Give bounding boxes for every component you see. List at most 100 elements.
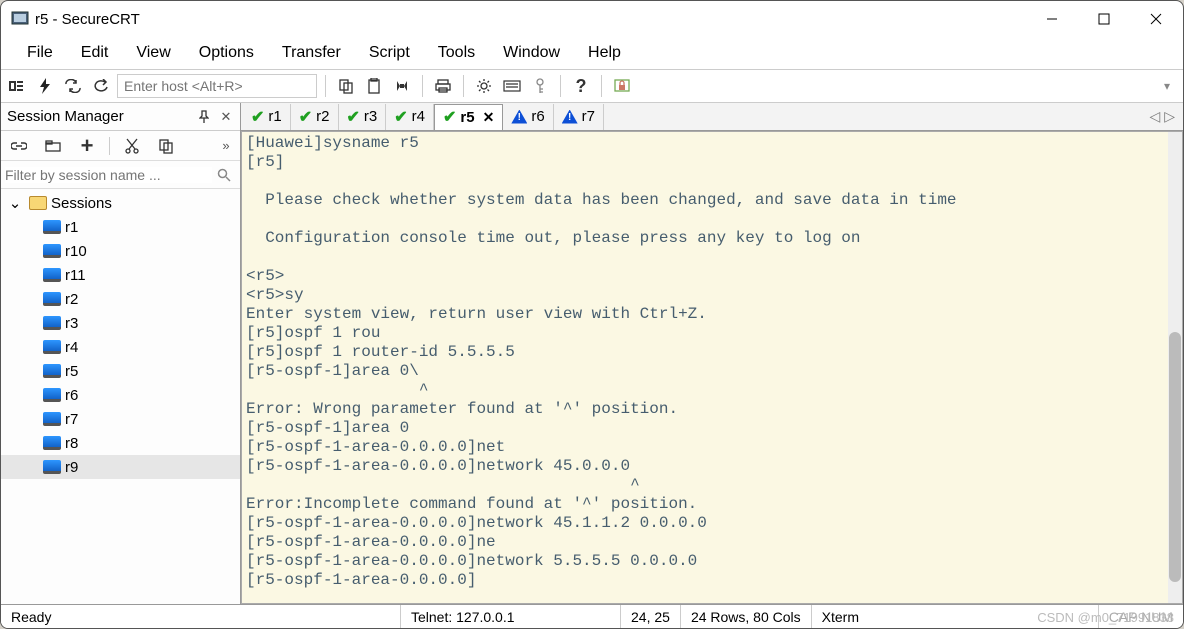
search-icon[interactable] (212, 163, 236, 187)
tab-r7[interactable]: r7 (554, 104, 604, 130)
statusbar: Ready Telnet: 127.0.0.1 24, 25 24 Rows, … (1, 604, 1183, 628)
key-icon[interactable] (528, 74, 552, 98)
tab-r5[interactable]: ✔r5✕ (434, 104, 503, 130)
tab-r3[interactable]: ✔r3 (339, 104, 387, 130)
tab-r6[interactable]: r6 (503, 104, 553, 130)
copy-session-icon[interactable] (154, 134, 178, 158)
tab-r2[interactable]: ✔r2 (291, 104, 339, 130)
add-icon[interactable]: + (75, 134, 99, 158)
session-item-label: r2 (65, 291, 78, 308)
terminal-text: [Huawei]sysname r5 [r5] Please check whe… (246, 134, 1178, 590)
tab-label: r4 (412, 108, 425, 125)
session-item-label: r1 (65, 219, 78, 236)
tab-scroll-left-icon[interactable]: ◁ (1149, 108, 1160, 125)
status-connection: Telnet: 127.0.0.1 (401, 605, 621, 628)
tab-label: r1 (268, 108, 281, 125)
check-icon: ✔ (443, 107, 456, 127)
host-input[interactable] (117, 74, 317, 98)
session-filter-input[interactable] (5, 167, 212, 183)
session-item-r5[interactable]: r5 (1, 359, 240, 383)
chevron-down-icon[interactable]: ⌄ (5, 194, 25, 212)
status-size: 24 Rows, 80 Cols (681, 605, 812, 628)
session-item-label: r6 (65, 387, 78, 404)
folder-icon (29, 196, 47, 210)
link-icon[interactable] (7, 134, 31, 158)
app-icon (11, 10, 29, 28)
session-item-label: r9 (65, 459, 78, 476)
menu-options[interactable]: Options (185, 40, 268, 66)
session-item-r11[interactable]: r11 (1, 263, 240, 287)
session-item-r4[interactable]: r4 (1, 335, 240, 359)
terminal-icon (43, 316, 61, 330)
minimize-button[interactable] (1029, 3, 1075, 35)
menu-window[interactable]: Window (489, 40, 574, 66)
tabs-bar: ✔r1✔r2✔r3✔r4✔r5✕r6r7◁▷ (241, 103, 1183, 131)
tab-r1[interactable]: ✔r1 (243, 104, 291, 130)
tab-label: r3 (364, 108, 377, 125)
menubar: FileEditViewOptionsTransferScriptToolsWi… (1, 37, 1183, 69)
paste-icon[interactable] (362, 74, 386, 98)
sidebar-overflow-icon[interactable]: » (218, 138, 234, 154)
terminal-icon (43, 220, 61, 234)
reconnect-all-icon[interactable] (89, 74, 113, 98)
tab-label: r2 (316, 108, 329, 125)
session-tree[interactable]: ⌄ Sessions r1 r10 r11 r2 r3r4r5 r6 r7 r8 r9 (1, 189, 240, 604)
menu-view[interactable]: View (122, 40, 184, 66)
tab-scroll-right-icon[interactable]: ▷ (1164, 108, 1175, 125)
status-ready: Ready (1, 605, 401, 628)
close-tab-icon[interactable]: ✕ (483, 109, 495, 126)
cut-icon[interactable] (120, 134, 144, 158)
menu-script[interactable]: Script (355, 40, 424, 66)
terminal-icon (43, 388, 61, 402)
tab-label: r6 (531, 108, 544, 125)
help-icon[interactable]: ? (569, 74, 593, 98)
print-icon[interactable] (431, 74, 455, 98)
settings-icon[interactable] (472, 74, 496, 98)
session-item-r10[interactable]: r10 (1, 239, 240, 263)
session-item-label: r11 (65, 267, 86, 284)
quick-connect-icon[interactable] (33, 74, 57, 98)
menu-help[interactable]: Help (574, 40, 635, 66)
watermark: CSDN @m0_71991838 (1037, 610, 1174, 625)
terminal-output[interactable]: [Huawei]sysname r5 [r5] Please check whe… (241, 131, 1183, 604)
session-item-r8[interactable]: r8 (1, 431, 240, 455)
keyboard-icon[interactable] (500, 74, 524, 98)
menu-tools[interactable]: Tools (424, 40, 489, 66)
terminal-icon (43, 412, 61, 426)
check-icon: ✔ (251, 107, 264, 127)
find-icon[interactable] (390, 74, 414, 98)
close-button[interactable] (1133, 3, 1179, 35)
panel-toggle-icon[interactable] (5, 74, 29, 98)
copy-icon[interactable] (334, 74, 358, 98)
menu-file[interactable]: File (13, 40, 67, 66)
session-item-r7[interactable]: r7 (1, 407, 240, 431)
session-item-label: r8 (65, 435, 78, 452)
close-panel-icon[interactable]: ✕ (218, 109, 234, 125)
toolbar-overflow-icon[interactable]: ▾ (1155, 74, 1179, 98)
menu-edit[interactable]: Edit (67, 40, 123, 66)
maximize-button[interactable] (1081, 3, 1127, 35)
lock-screen-icon[interactable] (610, 74, 634, 98)
session-item-r1[interactable]: r1 (1, 215, 240, 239)
terminal-scrollbar[interactable] (1168, 132, 1182, 603)
session-item-r2[interactable]: r2 (1, 287, 240, 311)
tab-r4[interactable]: ✔r4 (386, 104, 434, 130)
session-item-r3[interactable]: r3 (1, 311, 240, 335)
session-item-label: r7 (65, 411, 78, 428)
check-icon: ✔ (299, 107, 312, 127)
pin-icon[interactable] (196, 109, 212, 125)
sessions-folder-label[interactable]: Sessions (51, 195, 112, 212)
session-item-r6[interactable]: r6 (1, 383, 240, 407)
reconnect-icon[interactable] (61, 74, 85, 98)
menu-transfer[interactable]: Transfer (268, 40, 355, 66)
terminal-icon (43, 460, 61, 474)
check-icon: ✔ (347, 107, 360, 127)
session-item-r9[interactable]: r9 (1, 455, 240, 479)
warn-icon (562, 110, 578, 124)
terminal-icon (43, 340, 61, 354)
terminal-icon (43, 436, 61, 450)
terminal-icon (43, 244, 61, 258)
titlebar: r5 - SecureCRT (1, 1, 1183, 37)
status-cursor-pos: 24, 25 (621, 605, 681, 628)
new-tab-icon[interactable] (41, 134, 65, 158)
